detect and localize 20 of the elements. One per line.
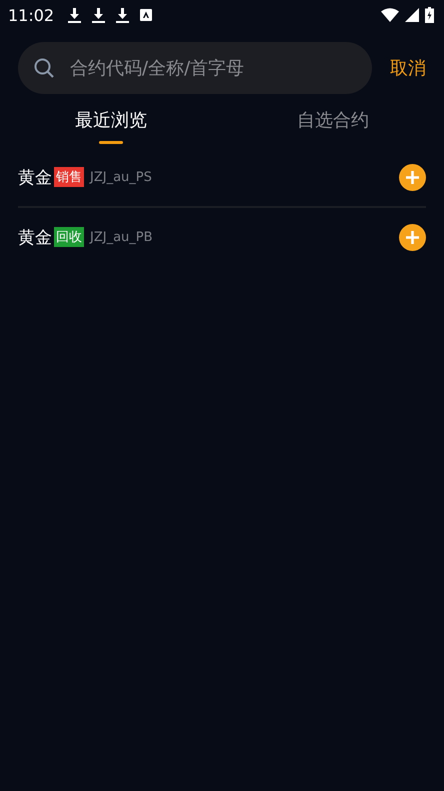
contract-code: JZJ_au_PB <box>90 230 153 244</box>
item-name: 黄金 <box>18 226 52 248</box>
signal-icon <box>405 8 419 22</box>
status-time: 11:02 <box>8 6 54 24</box>
download-icon <box>92 8 106 22</box>
battery-icon <box>425 7 434 23</box>
add-button[interactable] <box>399 224 426 250</box>
tag-label: 销售 <box>54 167 84 187</box>
search-field[interactable]: 合约代码/全称/首字母 <box>18 42 372 94</box>
tab[interactable]: 自选合约 <box>222 102 444 148</box>
wifi-icon <box>381 8 399 22</box>
notification-icon <box>140 9 152 21</box>
item-name: 黄金 <box>18 166 52 188</box>
download-icon <box>68 8 82 22</box>
tab[interactable]: 最近浏览 <box>0 102 222 148</box>
cancel-button[interactable]: 取消 <box>390 56 426 80</box>
tag-label: 回收 <box>54 227 84 247</box>
add-button[interactable] <box>399 164 426 190</box>
contract-code: JZJ_au_PS <box>90 170 152 184</box>
download-icon <box>116 8 130 22</box>
